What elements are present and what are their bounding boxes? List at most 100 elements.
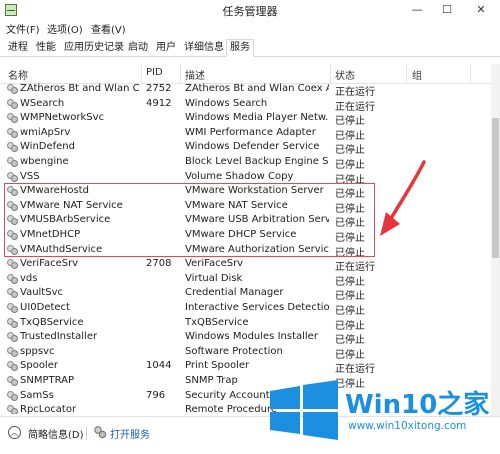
table-row[interactable]: vds Virtual Disk 已停止 bbox=[0, 272, 492, 288]
column-pid-header[interactable]: PID bbox=[146, 67, 163, 78]
service-name: SNMPTRAP bbox=[20, 375, 75, 386]
service-icon bbox=[7, 113, 18, 124]
table-row[interactable]: wmiApSrv WMI Performance Adapter 已停止 bbox=[0, 126, 492, 142]
service-description: WMI Performance Adapter bbox=[185, 126, 316, 138]
service-description: TxQBService bbox=[185, 316, 249, 328]
service-description: Windows Search bbox=[185, 97, 268, 109]
watermark-title-accent: 之家 bbox=[437, 390, 490, 420]
service-icon bbox=[7, 317, 18, 328]
service-pid: 2752 bbox=[146, 83, 172, 94]
service-description: Windows Defender Service bbox=[185, 141, 320, 153]
service-name: sppsvc bbox=[20, 345, 55, 357]
service-icon bbox=[7, 361, 18, 372]
service-icon bbox=[7, 259, 18, 270]
service-icon bbox=[7, 98, 18, 109]
service-name: WinDefend bbox=[20, 141, 75, 153]
service-icon bbox=[7, 405, 18, 414]
scrollbar-thumb[interactable] bbox=[492, 118, 499, 258]
footer-divider bbox=[86, 426, 87, 440]
table-row[interactable]: VeriFaceSrv 2708 VeriFaceSrv 正在运行 bbox=[0, 257, 492, 273]
menu-view[interactable]: 查看(V) bbox=[91, 21, 126, 36]
table-row[interactable]: VaultSvc Credential Manager 已停止 bbox=[0, 286, 492, 302]
service-description: Block Level Backup Engine Se... bbox=[185, 156, 329, 167]
fewer-details-link[interactable]: 简略信息(D) bbox=[28, 426, 84, 441]
service-name: VeriFaceSrv bbox=[20, 258, 79, 270]
table-row[interactable]: TxQBService TxQBService 已停止 bbox=[0, 316, 492, 332]
service-name: wmiApSrv bbox=[20, 126, 71, 138]
table-row[interactable]: UI0Detect Interactive Services Detection 已… bbox=[0, 301, 492, 317]
column-divider[interactable] bbox=[470, 64, 471, 84]
table-row[interactable]: WMPNetworkSvc Windows Media Player Netw..… bbox=[0, 111, 492, 127]
title-bar: 任务管理器 — ☐ ✕ bbox=[0, 0, 500, 20]
service-name: TxQBService bbox=[20, 316, 84, 328]
tab-services[interactable]: 服务 bbox=[226, 39, 254, 57]
service-icon bbox=[7, 273, 18, 284]
gear-services-icon[interactable] bbox=[93, 425, 107, 439]
service-icon bbox=[7, 171, 18, 182]
service-description: Credential Manager bbox=[185, 287, 284, 299]
tab-processes[interactable]: 进程 bbox=[4, 39, 32, 57]
column-group-header[interactable]: 组 bbox=[412, 67, 422, 82]
service-pid: 796 bbox=[146, 389, 166, 401]
service-name: vds bbox=[20, 272, 38, 284]
tab-details[interactable]: 详细信息 bbox=[180, 39, 228, 57]
service-icon bbox=[7, 390, 18, 401]
watermark-url: www.win10xitong.com bbox=[348, 420, 467, 432]
table-row[interactable]: WSearch 4912 Windows Search 正在运行 bbox=[0, 97, 492, 113]
chevron-up-icon[interactable]: ︿ bbox=[8, 426, 21, 439]
service-name: RpcLocator bbox=[20, 404, 77, 414]
tab-bar: 进程 性能 应用历史记录 启动 用户 详细信息 服务 bbox=[0, 37, 500, 57]
column-divider[interactable] bbox=[141, 64, 142, 84]
column-divider[interactable] bbox=[330, 64, 331, 84]
tab-performance[interactable]: 性能 bbox=[32, 39, 60, 57]
tab-startup[interactable]: 启动 bbox=[124, 39, 152, 57]
minimize-button[interactable]: — bbox=[402, 0, 432, 19]
menu-options[interactable]: 选项(O) bbox=[47, 21, 83, 36]
column-header: 名称 PID 描述 状态 组 bbox=[0, 64, 500, 84]
table-row[interactable]: WinDefend Windows Defender Service 已停止 bbox=[0, 140, 492, 156]
service-description: Print Spooler bbox=[185, 360, 250, 372]
column-description-header[interactable]: 描述 bbox=[185, 67, 205, 82]
service-icon bbox=[7, 346, 18, 357]
service-icon bbox=[7, 332, 18, 343]
tab-app-history[interactable]: 应用历史记录 bbox=[60, 39, 128, 57]
service-icon bbox=[7, 84, 18, 94]
service-icon bbox=[7, 157, 18, 167]
service-name: SamSs bbox=[20, 389, 54, 401]
table-row[interactable]: TrustedInstaller Windows Modules Installe… bbox=[0, 330, 492, 346]
column-status-header[interactable]: 状态 bbox=[335, 67, 355, 82]
service-pid: 4912 bbox=[146, 97, 172, 109]
service-description: Software Protection bbox=[185, 345, 283, 357]
service-name: WMPNetworkSvc bbox=[20, 112, 105, 124]
service-name: WSearch bbox=[20, 97, 65, 109]
service-description: Virtual Disk bbox=[185, 272, 243, 284]
service-name: UI0Detect bbox=[20, 302, 70, 313]
watermark-title-main: Win10 bbox=[345, 390, 438, 420]
column-name-header[interactable]: 名称 bbox=[8, 67, 28, 82]
windows-logo-icon bbox=[270, 380, 338, 440]
service-icon bbox=[7, 288, 18, 299]
tab-users[interactable]: 用户 bbox=[152, 39, 180, 57]
close-button[interactable]: ✕ bbox=[462, 0, 500, 19]
menu-bar: 文件(F) 选项(O) 查看(V) bbox=[0, 20, 500, 36]
service-description: Interactive Services Detection bbox=[185, 302, 329, 313]
column-divider[interactable] bbox=[180, 64, 181, 84]
service-name: wbengine bbox=[20, 156, 69, 167]
service-description: Windows Modules Installer bbox=[185, 331, 318, 343]
service-description: VeriFaceSrv bbox=[185, 258, 244, 270]
open-services-link[interactable]: 打开服务 bbox=[110, 426, 150, 441]
service-pid: 1044 bbox=[146, 360, 172, 372]
table-row[interactable]: Spooler 1044 Print Spooler 正在运行 bbox=[0, 359, 492, 375]
table-row[interactable]: ZAtheros Bt and Wlan C... 2752 ZAtheros Bt… bbox=[0, 82, 492, 98]
service-pid: 2708 bbox=[146, 258, 172, 270]
table-row[interactable]: sppsvc Software Protection 已停止 bbox=[0, 345, 492, 361]
menu-file[interactable]: 文件(F) bbox=[6, 21, 40, 36]
column-divider[interactable] bbox=[406, 64, 407, 84]
service-name: VSS bbox=[20, 170, 40, 182]
vertical-scrollbar[interactable] bbox=[491, 64, 500, 416]
service-description: ZAtheros Bt and Wlan Coex A... bbox=[185, 83, 329, 94]
maximize-button[interactable]: ☐ bbox=[432, 0, 462, 19]
service-name: ZAtheros Bt and Wlan C... bbox=[20, 83, 140, 94]
highlight-box bbox=[4, 183, 375, 257]
service-name: VaultSvc bbox=[20, 287, 63, 299]
